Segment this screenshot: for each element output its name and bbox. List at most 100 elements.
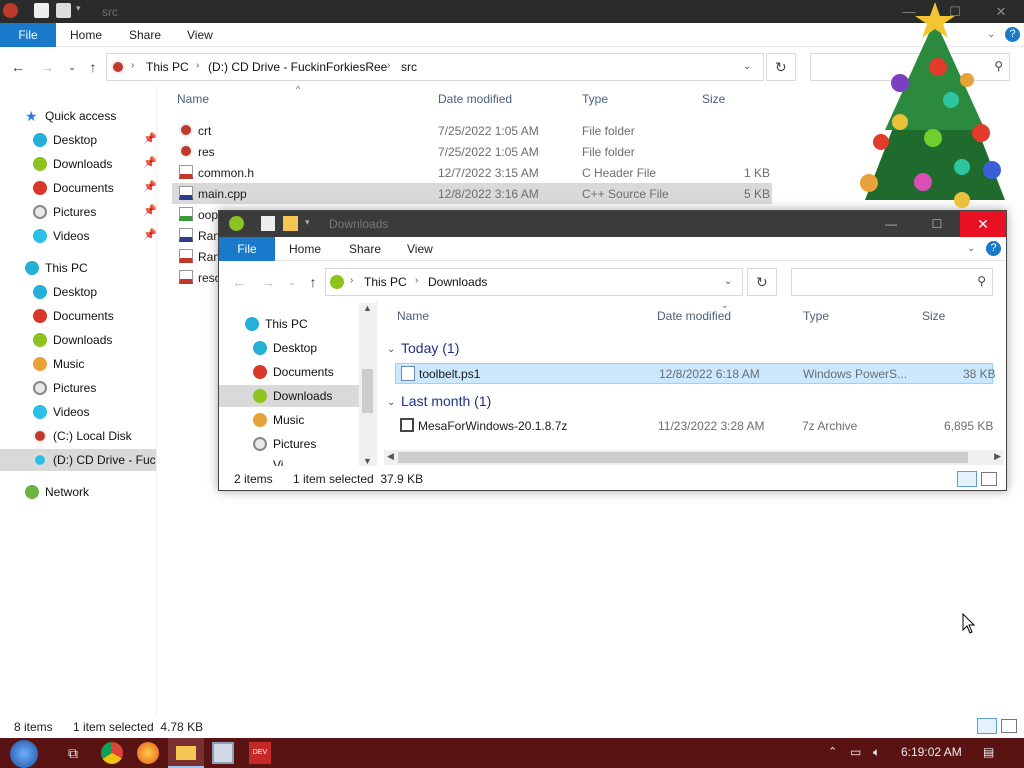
address-dropdown-icon[interactable]: ⌄ bbox=[743, 61, 751, 72]
column-header-type[interactable]: Type bbox=[582, 92, 608, 112]
column-header-date[interactable]: Date modified bbox=[438, 92, 512, 112]
help-icon[interactable]: ? bbox=[1005, 27, 1020, 42]
nav-quick-pictures[interactable]: Pictures 📌 bbox=[33, 201, 157, 223]
customize-quick-access-icon[interactable]: ▾ bbox=[305, 217, 310, 228]
new-folder-icon[interactable] bbox=[56, 3, 71, 18]
scroll-left-icon[interactable]: ◀ bbox=[387, 451, 394, 462]
breadcrumb-this-pc[interactable]: This PC bbox=[146, 60, 189, 74]
column-header-date[interactable]: Date modified bbox=[657, 309, 731, 329]
tab-share[interactable]: Share bbox=[349, 237, 381, 261]
nav-quick-access[interactable]: ★ Quick access bbox=[25, 105, 155, 127]
group-header-today[interactable]: Today (1) bbox=[401, 340, 459, 356]
group-collapse-icon[interactable]: ⌄ bbox=[387, 397, 395, 408]
minimize-button[interactable]: — bbox=[868, 211, 914, 237]
nav-this-pc[interactable]: This PC bbox=[25, 257, 155, 279]
tab-share[interactable]: Share bbox=[129, 23, 161, 47]
tab-file[interactable]: File bbox=[219, 237, 275, 261]
scroll-down-icon[interactable]: ▼ bbox=[363, 456, 372, 466]
file-row-ran-1[interactable]: Ran bbox=[172, 225, 218, 246]
minimize-button[interactable]: — bbox=[886, 0, 932, 23]
file-row-common-h[interactable]: common.h 12/7/2022 3:15 AM C Header File… bbox=[172, 162, 772, 183]
file-row-ran-2[interactable]: Ran bbox=[172, 246, 218, 267]
task-view-icon[interactable]: ⧉ bbox=[62, 742, 84, 764]
nav-pc-local-disk[interactable]: (C:) Local Disk bbox=[33, 425, 155, 447]
nav-music[interactable]: Music bbox=[253, 409, 359, 431]
close-button[interactable]: ✕ bbox=[978, 0, 1024, 23]
recent-locations-icon[interactable]: ⌄ bbox=[282, 272, 302, 292]
nav-pc-cd-drive[interactable]: (D:) CD Drive - Fuck bbox=[0, 449, 156, 471]
nav-videos[interactable]: Vi bbox=[253, 454, 359, 466]
recent-locations-icon[interactable]: ⌄ bbox=[62, 57, 82, 77]
column-header-name[interactable]: Name bbox=[177, 92, 209, 112]
tab-home[interactable]: Home bbox=[289, 237, 321, 261]
nav-network[interactable]: Network bbox=[25, 481, 155, 503]
clock[interactable]: 6:19:02 AM bbox=[901, 745, 962, 759]
dev-cpp-icon[interactable]: DEV bbox=[249, 742, 271, 764]
nav-pc-downloads[interactable]: Downloads bbox=[33, 329, 155, 351]
back-button[interactable]: ← bbox=[229, 272, 249, 292]
breadcrumb-src[interactable]: src bbox=[401, 60, 417, 74]
nav-pc-pictures[interactable]: Pictures bbox=[33, 377, 155, 399]
nav-this-pc[interactable]: This PC bbox=[245, 313, 359, 335]
details-view-button[interactable] bbox=[977, 718, 997, 734]
nav-quick-documents[interactable]: Documents 📌 bbox=[33, 177, 157, 199]
large-icons-view-button[interactable] bbox=[1001, 719, 1017, 733]
firefox-icon[interactable] bbox=[137, 742, 159, 764]
nav-pc-desktop[interactable]: Desktop bbox=[33, 281, 155, 303]
address-dropdown-icon[interactable]: ⌄ bbox=[724, 276, 732, 287]
notifications-icon[interactable]: ▤ bbox=[983, 745, 994, 759]
expand-ribbon-icon[interactable]: ⌄ bbox=[987, 23, 995, 47]
column-header-name[interactable]: Name bbox=[397, 309, 429, 329]
nav-desktop[interactable]: Desktop bbox=[253, 337, 359, 359]
scroll-right-icon[interactable]: ▶ bbox=[994, 451, 1001, 462]
nav-quick-downloads[interactable]: Downloads 📌 bbox=[33, 153, 157, 175]
group-collapse-icon[interactable]: ⌄ bbox=[387, 344, 395, 355]
forward-button[interactable]: → bbox=[37, 57, 57, 77]
close-button[interactable]: ✕ bbox=[960, 211, 1006, 237]
file-row-mesa-7z[interactable]: MesaForWindows-20.1.8.7z 11/23/2022 3:28… bbox=[395, 416, 993, 437]
nav-quick-videos[interactable]: Videos 📌 bbox=[33, 225, 157, 247]
column-header-type[interactable]: Type bbox=[803, 309, 829, 329]
file-row-toolbelt-ps1[interactable]: toolbelt.ps1 12/8/2022 6:18 AM Windows P… bbox=[395, 363, 996, 384]
nav-scroll-thumb[interactable] bbox=[362, 369, 373, 413]
customize-quick-access-icon[interactable]: ▾ bbox=[76, 3, 91, 18]
new-folder-icon[interactable] bbox=[283, 216, 298, 231]
refresh-button[interactable]: ↻ bbox=[747, 268, 777, 296]
column-header-size[interactable]: Size bbox=[922, 309, 945, 329]
breadcrumb-d-drive[interactable]: (D:) CD Drive - FuckinForkiesRee bbox=[208, 60, 387, 74]
back-button[interactable]: ← bbox=[8, 57, 28, 77]
scroll-up-icon[interactable]: ▲ bbox=[363, 303, 372, 313]
up-button[interactable]: ↑ bbox=[83, 57, 103, 77]
nav-downloads[interactable]: Downloads bbox=[219, 385, 359, 407]
file-row-main-cpp[interactable]: main.cpp 12/8/2022 3:16 AM C++ Source Fi… bbox=[172, 183, 772, 204]
nav-quick-desktop[interactable]: Desktop 📌 bbox=[33, 129, 157, 151]
volume-icon[interactable]: 🔈︎ bbox=[873, 745, 880, 760]
file-explorer-taskbar-button[interactable] bbox=[168, 738, 204, 768]
address-bar[interactable]: › This PC › (D:) CD Drive - FuckinForkie… bbox=[106, 53, 764, 81]
title-bar[interactable]: ▾ src — ☐ ✕ bbox=[0, 0, 1024, 23]
breadcrumb-this-pc[interactable]: This PC bbox=[364, 275, 407, 289]
nav-pictures[interactable]: Pictures bbox=[253, 433, 359, 455]
tab-home[interactable]: Home bbox=[70, 23, 102, 47]
network-tray-icon[interactable]: ▭ bbox=[850, 745, 861, 759]
column-header-size[interactable]: Size bbox=[702, 92, 725, 112]
file-list-scrollbar[interactable]: ◀ ▶ bbox=[384, 450, 1004, 465]
file-row-oop[interactable]: oop bbox=[172, 204, 218, 225]
tab-view[interactable]: View bbox=[187, 23, 213, 47]
expand-ribbon-icon[interactable]: ⌄ bbox=[967, 237, 975, 261]
downloads-title-bar[interactable]: ▾ Downloads — ☐ ✕ bbox=[219, 211, 1006, 237]
search-input[interactable]: ⚲ bbox=[791, 268, 993, 296]
tab-view[interactable]: View bbox=[407, 237, 433, 261]
forward-button[interactable]: → bbox=[258, 272, 278, 292]
nav-pc-music[interactable]: Music bbox=[33, 353, 155, 375]
group-header-last-month[interactable]: Last month (1) bbox=[401, 393, 491, 409]
properties-icon[interactable] bbox=[34, 3, 49, 18]
chrome-icon[interactable] bbox=[101, 742, 123, 764]
file-row-res[interactable]: res 7/25/2022 1:05 AM File folder bbox=[172, 141, 772, 162]
file-row-reso[interactable]: reso bbox=[172, 267, 218, 288]
address-bar[interactable]: › This PC › Downloads ⌄ bbox=[325, 268, 743, 296]
nav-documents[interactable]: Documents bbox=[253, 361, 359, 383]
nav-scrollbar[interactable]: ▲ ▼ bbox=[359, 303, 376, 466]
details-view-button[interactable] bbox=[957, 471, 977, 487]
file-row-crt[interactable]: crt 7/25/2022 1:05 AM File folder bbox=[172, 120, 772, 141]
